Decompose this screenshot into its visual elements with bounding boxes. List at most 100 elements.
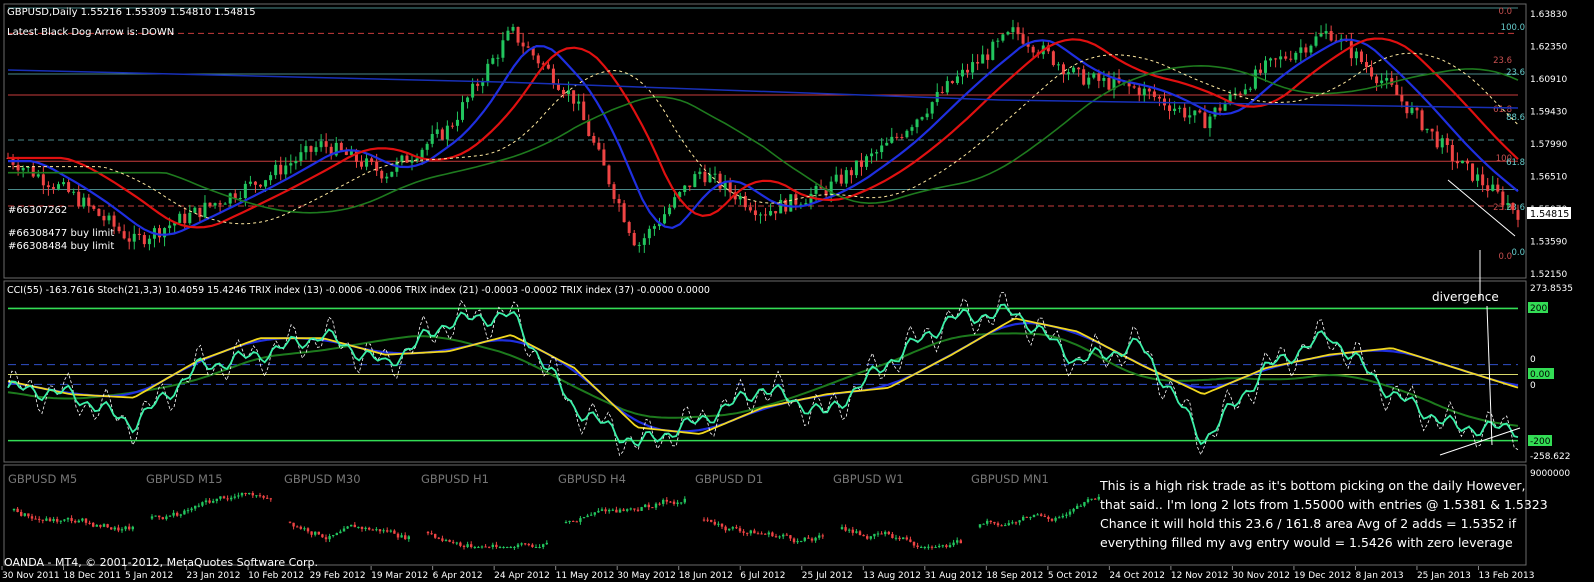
candle-body <box>1031 46 1035 53</box>
candle-body <box>471 83 475 98</box>
copyright: OANDA - MT4, © 2001-2012, MetaQuotes Sof… <box>4 556 319 569</box>
candle-body <box>617 198 621 204</box>
mini-candle-body <box>332 535 335 537</box>
mini-candle-body <box>810 538 814 541</box>
y-tick-label: 1.59430 <box>1530 108 1567 118</box>
candle-body <box>72 191 76 193</box>
mini-candle-body <box>720 523 724 527</box>
timeframe-label[interactable]: GBPUSD M30 <box>284 472 361 486</box>
candle-body <box>875 152 879 154</box>
candle-body <box>1385 78 1389 81</box>
timeframe-label[interactable]: GBPUSD W1 <box>833 472 904 486</box>
candle-body <box>572 90 576 104</box>
candle-body <box>693 174 697 188</box>
mini-candle-body <box>586 515 589 518</box>
mini-candle-body <box>386 530 389 532</box>
mini-candle-body <box>731 527 734 529</box>
mini-candle-body <box>658 503 661 505</box>
timeframe-label[interactable]: GBPUSD M5 <box>8 472 77 486</box>
mini-candle-body <box>110 527 113 530</box>
candle-body <box>996 40 1000 42</box>
timeframe-label[interactable]: GBPUSD D1 <box>695 472 763 486</box>
mini-candle-body <box>426 531 430 534</box>
mini-candle-body <box>470 544 473 547</box>
candle-body <box>213 203 217 206</box>
candle-body <box>506 30 510 41</box>
x-tick-label: 8 Jan 2013 <box>1355 571 1403 581</box>
mini-candle-body <box>128 526 131 530</box>
candle-body <box>289 163 293 166</box>
candle-body <box>1481 174 1485 186</box>
candle-body <box>1021 34 1025 44</box>
candle-body <box>269 175 273 181</box>
candle-body <box>1132 86 1136 88</box>
candle-body <box>1152 91 1156 97</box>
mini-candle-body <box>382 530 385 532</box>
x-tick-label: 25 Jan 2013 <box>1417 571 1471 581</box>
mini-candle-body <box>459 542 462 546</box>
mini-candle-body <box>1076 505 1079 509</box>
mini-candle-body <box>161 517 164 520</box>
candle-body <box>314 147 318 152</box>
mini-candle-body <box>982 523 985 525</box>
candle-body <box>476 83 480 86</box>
mini-candle-body <box>248 493 251 495</box>
candle-body <box>87 197 91 206</box>
candle-body <box>885 142 889 146</box>
candle-body <box>137 233 141 236</box>
candle-body <box>238 197 242 199</box>
mini-candle-body <box>930 546 934 548</box>
candle-body <box>496 57 500 59</box>
timeframe-label[interactable]: GBPUSD H1 <box>421 472 489 486</box>
mini-candle-body <box>498 547 502 548</box>
mini-candle-body <box>615 509 618 513</box>
mini-candle-body <box>66 518 70 520</box>
candle-body <box>279 164 283 175</box>
candle-body <box>1430 128 1434 132</box>
mini-candle-body <box>12 508 16 511</box>
mini-candle-body <box>669 501 672 503</box>
candle-body <box>1445 138 1449 145</box>
mini-candle-body <box>665 499 668 502</box>
candle-body <box>688 185 692 188</box>
x-tick-label: 5 Jan 2012 <box>125 571 173 581</box>
mini-candle-body <box>534 547 538 548</box>
candle-body <box>440 129 444 140</box>
candle-body <box>1223 103 1227 111</box>
mini-candle-body <box>488 546 491 548</box>
candle-body <box>264 180 268 187</box>
timeframe-label[interactable]: GBPUSD H4 <box>558 472 626 486</box>
mini-candle-body <box>222 496 226 499</box>
mini-candle-body <box>923 547 926 548</box>
mini-candle-body <box>131 526 134 530</box>
mini-candle-body <box>502 547 505 548</box>
candle-body <box>859 160 863 167</box>
mini-candle-body <box>796 541 799 543</box>
timeframe-label[interactable]: GBPUSD MN1 <box>971 472 1049 486</box>
mini-candle-body <box>299 526 302 529</box>
mini-candle-body <box>179 514 182 516</box>
mini-candle-body <box>1014 522 1018 524</box>
x-tick-label: 24 Oct 2012 <box>1109 571 1165 581</box>
candle-body <box>769 211 773 216</box>
mini-candle-body <box>176 512 179 516</box>
candle-body <box>253 181 257 185</box>
mini-candle-body <box>792 538 796 543</box>
mini-candle-body <box>357 526 360 528</box>
candle-body <box>1299 47 1303 53</box>
mini-candle-body <box>672 501 676 504</box>
mini-candle-body <box>516 544 520 547</box>
candle-body <box>612 184 616 199</box>
mini-candle-body <box>306 528 310 532</box>
candle-body <box>1006 32 1010 35</box>
timeframe-label[interactable]: GBPUSD M15 <box>146 472 223 486</box>
mini-candle-body <box>462 545 466 547</box>
candle-body <box>62 182 66 185</box>
mini-candle-body <box>891 534 894 538</box>
mini-candle-body <box>303 528 306 530</box>
candle-body <box>1460 160 1464 164</box>
mini-candle-body <box>851 529 854 533</box>
mini-candle-body <box>640 507 643 511</box>
candle-body <box>228 193 232 204</box>
mini-candle-body <box>1011 522 1014 524</box>
